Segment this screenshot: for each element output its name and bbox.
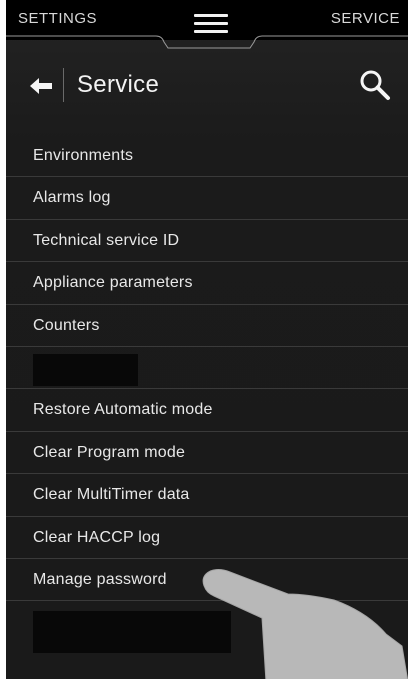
- tab-service[interactable]: SERVICE: [331, 10, 400, 27]
- page-title: Service: [77, 71, 160, 98]
- menu-item-technical-service-id[interactable]: Technical service ID: [6, 220, 408, 263]
- tab-settings[interactable]: SETTINGS: [18, 10, 97, 27]
- menu-item-label: Manage password: [33, 570, 167, 588]
- menu-item-label: Counters: [33, 316, 100, 334]
- menu-item-clear-program-mode[interactable]: Clear Program mode: [6, 432, 408, 475]
- menu-item-clear-multitimer-data[interactable]: Clear MultiTimer data: [6, 474, 408, 517]
- hamburger-icon[interactable]: [194, 14, 228, 38]
- header-divider: [63, 68, 64, 102]
- arrow-left-icon[interactable]: [28, 76, 54, 96]
- pointing-hand-icon: [202, 569, 408, 679]
- menu-item-label: Appliance parameters: [33, 274, 193, 292]
- menu-item-label: Restore Automatic mode: [33, 401, 213, 419]
- menu-item-label: Technical service ID: [33, 231, 180, 249]
- menu-item-appliance-parameters[interactable]: Appliance parameters: [6, 262, 408, 305]
- redacted-block: [33, 353, 138, 386]
- menu-item-counters[interactable]: Counters: [6, 305, 408, 347]
- menu-item-restore-automatic-mode[interactable]: Restore Automatic mode: [6, 389, 408, 432]
- menu-item-environments[interactable]: Environments: [6, 135, 408, 178]
- top-navigation-bar: SETTINGS SERVICE: [6, 0, 408, 49]
- device-screen: SETTINGS SERVICE Service Environments Al…: [6, 0, 408, 679]
- menu-item-label: Clear MultiTimer data: [33, 486, 190, 504]
- page-header: Service: [6, 62, 408, 112]
- menu-item-label: Environments: [33, 147, 134, 164]
- menu-item-label: Clear HACCP log: [33, 528, 161, 546]
- menu-item-redacted[interactable]: [6, 347, 408, 390]
- search-icon[interactable]: [358, 68, 392, 102]
- menu-item-clear-haccp-log[interactable]: Clear HACCP log: [6, 517, 408, 559]
- menu-item-alarms-log[interactable]: Alarms log: [6, 177, 408, 220]
- menu-item-label: Alarms log: [33, 189, 111, 207]
- service-menu-list: Environments Alarms log Technical servic…: [6, 135, 408, 602]
- menu-item-label: Clear Program mode: [33, 443, 186, 461]
